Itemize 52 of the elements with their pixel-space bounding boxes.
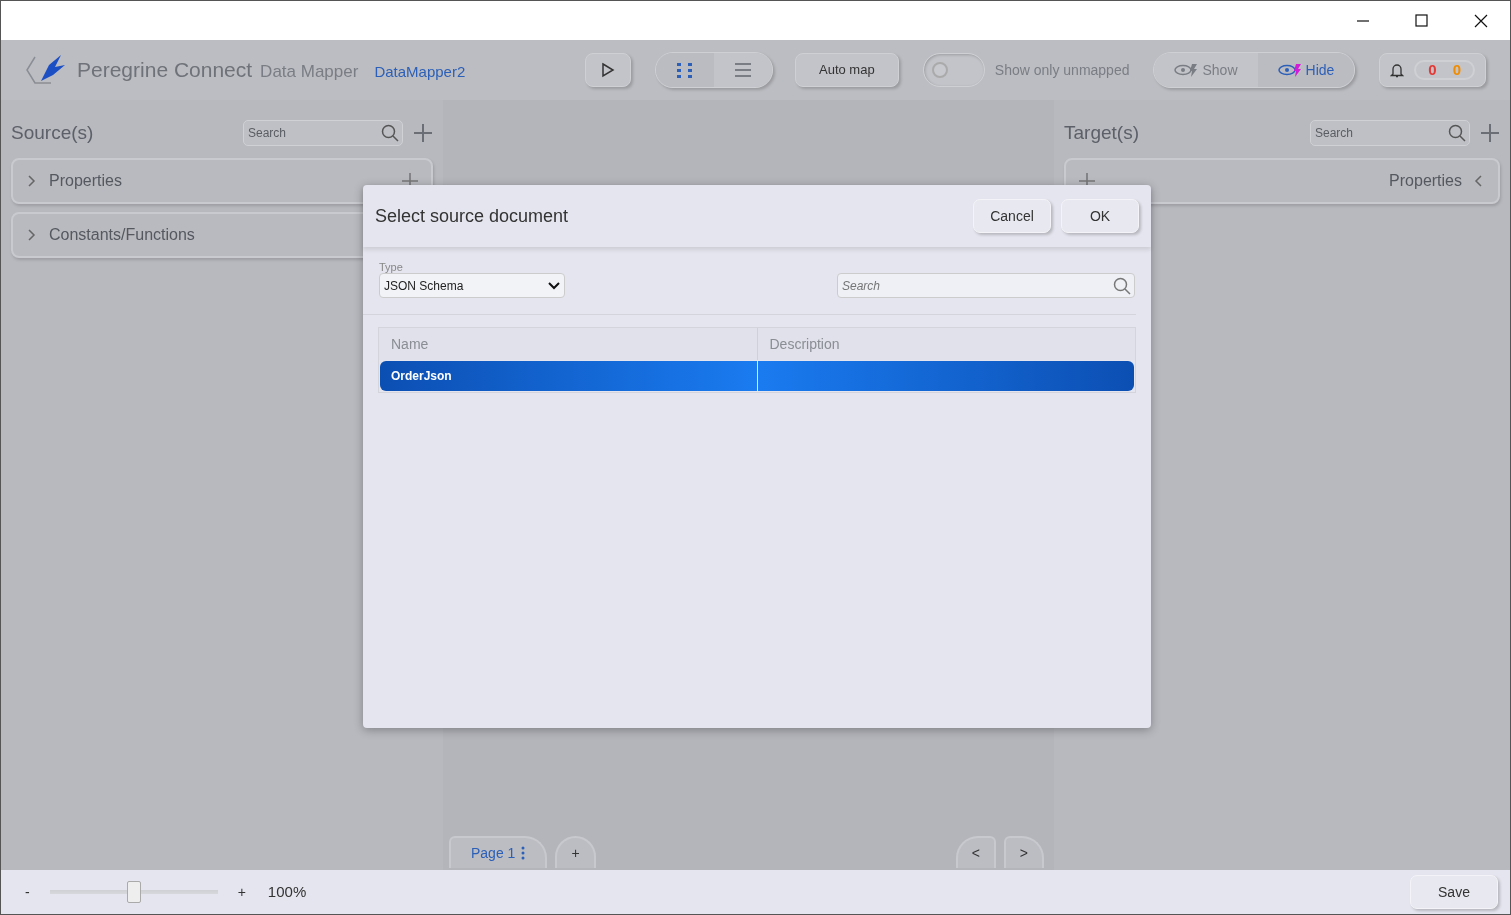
type-dropdown[interactable]: JSON Schema <box>379 273 565 299</box>
grid-view-button[interactable] <box>655 53 714 87</box>
counter: 0 <box>1428 59 1437 80</box>
auto-map-button[interactable]: Auto map <box>794 53 899 87</box>
collapsible-panel[interactable]: Properties <box>11 158 433 204</box>
search-icon <box>381 124 399 142</box>
zoom-reading: 100% <box>267 881 307 902</box>
panel-title: Target(s) <box>1064 120 1140 145</box>
collapsible-panel[interactable]: Properties <box>1064 158 1500 204</box>
list-view-button[interactable] <box>713 53 772 87</box>
add-icon[interactable] <box>1480 123 1500 143</box>
save-button[interactable]: Save <box>1410 875 1498 909</box>
panel-label: Properties <box>49 171 123 191</box>
menu-icon <box>733 62 752 78</box>
table-row[interactable]: OrderJson <box>380 361 1134 392</box>
logo-icon <box>25 53 67 87</box>
previous-page-button[interactable]: < <box>955 836 996 868</box>
field-label: Type <box>379 261 404 274</box>
product-name: Data Mapper <box>260 61 359 84</box>
run-button[interactable] <box>584 53 631 87</box>
panel-label: Constants/Functions <box>49 225 196 245</box>
minimize-icon <box>1355 19 1370 22</box>
zoom-out-button[interactable]: - <box>25 881 30 903</box>
ok-button[interactable]: OK <box>1061 199 1139 233</box>
maximize-icon <box>1414 13 1429 28</box>
slider-thumb[interactable] <box>126 881 141 903</box>
grid-icon <box>675 62 694 78</box>
app-name: Peregrine Connect <box>77 57 253 84</box>
chevron-down-icon <box>548 281 560 290</box>
eye-icon <box>1174 63 1199 77</box>
search-icon <box>1448 124 1466 142</box>
eye-icon <box>1277 63 1302 77</box>
close-icon <box>1473 13 1488 28</box>
search-icon <box>1113 276 1131 295</box>
bell-icon <box>1390 62 1405 78</box>
toggle-switch[interactable] <box>922 53 985 87</box>
add-page-button[interactable]: + <box>555 836 596 868</box>
search-field[interactable]: Search <box>243 120 403 146</box>
cancel-button[interactable]: Cancel <box>973 199 1051 233</box>
search-field[interactable]: Search <box>837 273 1135 299</box>
document-name: DataMapper2 <box>374 62 466 83</box>
toggle-label: Show only unmapped <box>994 60 1130 80</box>
panel-title: Source(s) <box>11 120 95 145</box>
table-cell-text: OrderJson <box>390 368 453 386</box>
more-icon <box>521 846 526 860</box>
search-field[interactable]: Search <box>1310 120 1470 146</box>
play-icon <box>600 62 615 78</box>
counter: 0 <box>1452 59 1461 80</box>
panel-label: Properties <box>1389 171 1462 191</box>
next-page-button[interactable]: > <box>1003 836 1044 868</box>
add-icon[interactable] <box>413 123 433 143</box>
zoom-in-button[interactable]: + <box>237 881 246 903</box>
